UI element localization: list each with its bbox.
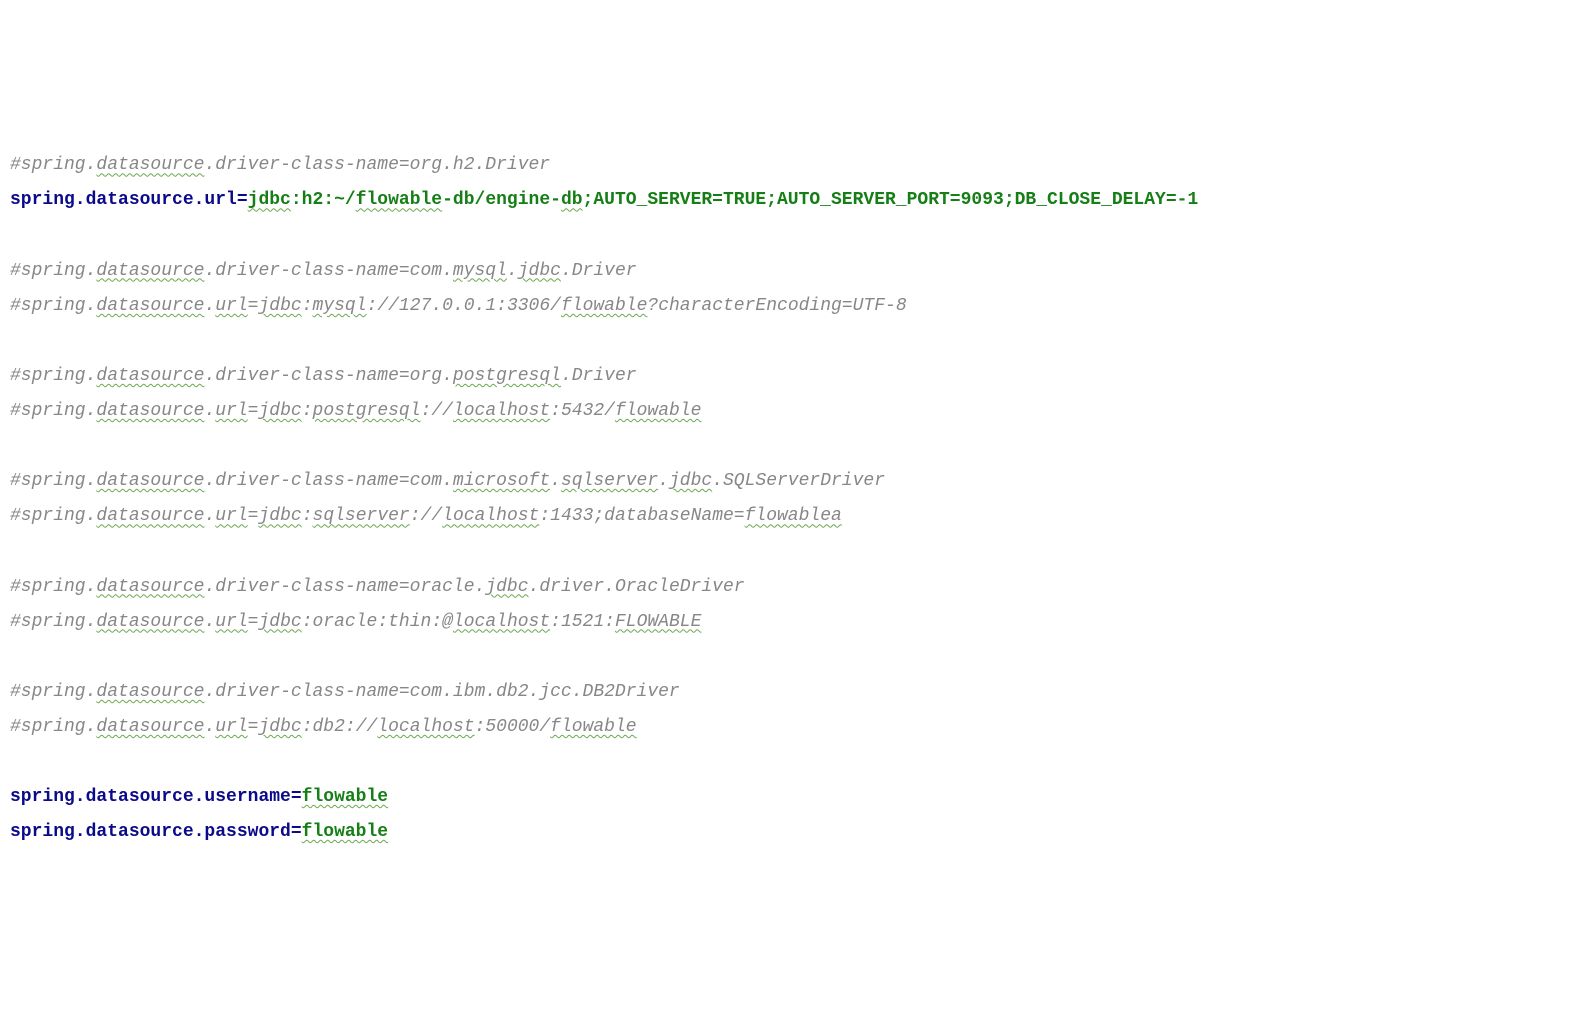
- code-line-10[interactable]: #spring.datasource.url=jdbc:sqlserver://…: [10, 499, 1572, 534]
- property-value: jdbc:h2:~/flowable-db/engine-db;AUTO_SER…: [248, 190, 1199, 210]
- comment-text: #spring.datasource.url=jdbc:postgresql:/…: [10, 401, 701, 421]
- comment-text: #spring.datasource.driver-class-name=com…: [10, 261, 637, 281]
- comment-text: #spring.datasource.url=jdbc:sqlserver://…: [10, 506, 842, 526]
- code-line-19[interactable]: spring.datasource.password=flowable: [10, 815, 1572, 850]
- property-key: spring.datasource.username: [10, 787, 291, 807]
- comment-text: #spring.datasource.driver-class-name=com…: [10, 682, 680, 702]
- code-line-16[interactable]: #spring.datasource.url=jdbc:db2://localh…: [10, 710, 1572, 745]
- code-line-7[interactable]: #spring.datasource.url=jdbc:postgresql:/…: [10, 394, 1572, 429]
- code-line-9[interactable]: #spring.datasource.driver-class-name=com…: [10, 464, 1572, 499]
- code-line-0[interactable]: #spring.datasource.driver-class-name=org…: [10, 148, 1572, 183]
- property-value: flowable: [302, 822, 388, 842]
- comment-text: #spring.datasource.driver-class-name=com…: [10, 471, 885, 491]
- property-key: spring.datasource.password: [10, 822, 291, 842]
- code-line-12[interactable]: #spring.datasource.driver-class-name=ora…: [10, 570, 1572, 605]
- code-line-15[interactable]: #spring.datasource.driver-class-name=com…: [10, 675, 1572, 710]
- comment-text: #spring.datasource.url=jdbc:oracle:thin:…: [10, 612, 701, 632]
- code-line-8[interactable]: [10, 429, 1572, 464]
- code-editor[interactable]: #spring.datasource.driver-class-name=org…: [10, 148, 1572, 850]
- code-line-14[interactable]: [10, 640, 1572, 675]
- code-line-13[interactable]: #spring.datasource.url=jdbc:oracle:thin:…: [10, 605, 1572, 640]
- code-line-6[interactable]: #spring.datasource.driver-class-name=org…: [10, 359, 1572, 394]
- code-line-1[interactable]: spring.datasource.url=jdbc:h2:~/flowable…: [10, 183, 1572, 218]
- code-line-17[interactable]: [10, 745, 1572, 780]
- equals-sign: =: [237, 190, 248, 210]
- code-line-4[interactable]: #spring.datasource.url=jdbc:mysql://127.…: [10, 289, 1572, 324]
- comment-text: #spring.datasource.driver-class-name=org…: [10, 366, 637, 386]
- code-line-3[interactable]: #spring.datasource.driver-class-name=com…: [10, 254, 1572, 289]
- code-line-11[interactable]: [10, 534, 1572, 569]
- comment-text: #spring.datasource.driver-class-name=ora…: [10, 577, 745, 597]
- equals-sign: =: [291, 787, 302, 807]
- property-key: spring.datasource.url: [10, 190, 237, 210]
- equals-sign: =: [291, 822, 302, 842]
- property-value: flowable: [302, 787, 388, 807]
- comment-text: #spring.datasource.url=jdbc:db2://localh…: [10, 717, 637, 737]
- code-line-18[interactable]: spring.datasource.username=flowable: [10, 780, 1572, 815]
- comment-text: #spring.datasource.url=jdbc:mysql://127.…: [10, 296, 907, 316]
- code-line-5[interactable]: [10, 324, 1572, 359]
- comment-text: #spring.datasource.driver-class-name=org…: [10, 155, 550, 175]
- code-line-2[interactable]: [10, 219, 1572, 254]
